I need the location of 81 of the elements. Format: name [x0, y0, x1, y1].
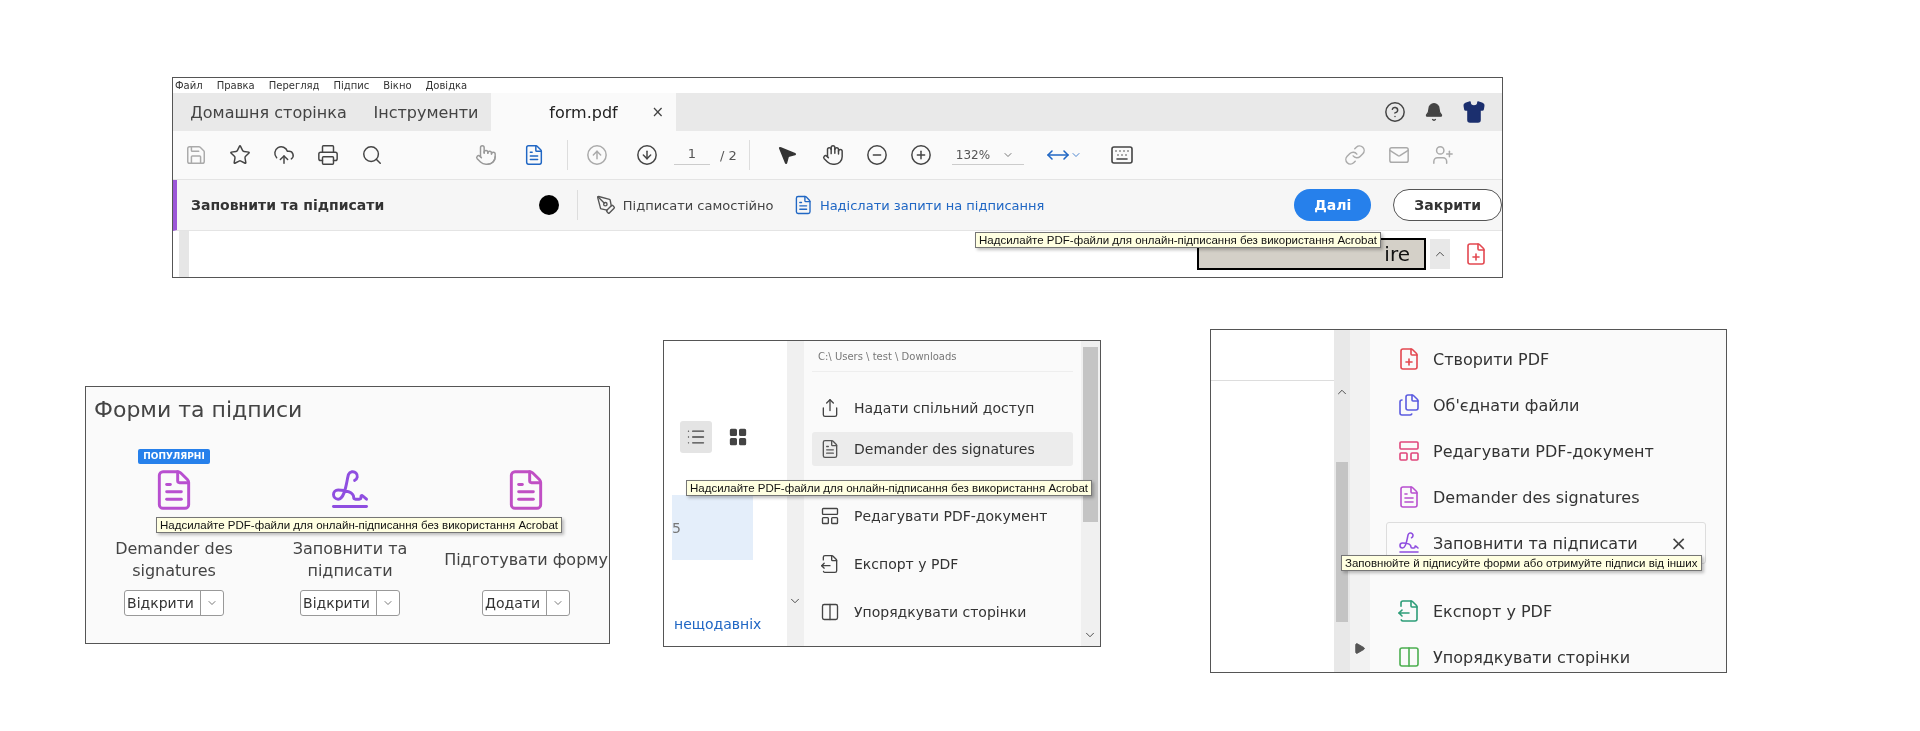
tab[interactable]: Домашня сторінка	[176, 93, 361, 131]
pen-signature-icon	[1397, 531, 1421, 555]
menu-item[interactable]: Експорт у PDF	[812, 540, 1073, 588]
tool-item[interactable]: Упорядкувати сторінки	[1386, 636, 1706, 672]
document-icon[interactable]	[523, 144, 545, 166]
layout-icon	[1397, 439, 1421, 463]
split-button[interactable]: Відкрити	[124, 590, 224, 616]
recent-link[interactable]: нещодавніх	[674, 616, 787, 632]
zoom-dropdown[interactable]: 132%	[951, 145, 1024, 165]
hand-icon[interactable]	[821, 144, 844, 166]
tooltip: Заповнюйте й підписуйте форми або отримуйте підписи від інших	[1341, 555, 1702, 571]
menu-item[interactable]: Підпис	[333, 79, 370, 92]
file-export-icon	[1397, 599, 1421, 623]
open-button[interactable]: Додати	[483, 591, 547, 615]
tool-item[interactable]: Експорт у PDF	[1386, 590, 1706, 632]
help-icon[interactable]	[1384, 101, 1406, 123]
columns-icon	[1397, 645, 1421, 669]
document-icon	[1397, 485, 1421, 509]
tab[interactable]: form.pdf ×	[491, 93, 676, 131]
next-button[interactable]: Далі	[1294, 189, 1372, 221]
tool-item[interactable]: Редагувати PDF-документ	[1386, 430, 1706, 472]
close-icon[interactable]: ×	[651, 103, 664, 121]
star-icon[interactable]	[229, 144, 251, 166]
tool-name: Підготувати форму	[443, 549, 609, 571]
menu-item[interactable]: Перегляд	[268, 79, 320, 92]
hand-pointer-icon[interactable]	[475, 144, 497, 166]
pen-icon[interactable]	[596, 194, 617, 216]
tooltip: Надсилайте PDF-файли для онлайн-підписання без використання Acrobat	[686, 480, 1092, 496]
files-icon	[1397, 393, 1421, 417]
panel-title: Форми та підписи	[94, 397, 304, 424]
tool-item[interactable]: Demander des signatures	[1386, 476, 1706, 518]
keyboard-icon[interactable]	[1109, 143, 1134, 167]
file-tile[interactable]: 5	[672, 495, 753, 560]
tool-item[interactable]: Створити PDF	[1386, 338, 1706, 380]
menu-item[interactable]: Файл	[175, 79, 203, 92]
open-button[interactable]: Відкрити	[125, 591, 201, 615]
menu-item[interactable]: Правка	[216, 79, 255, 92]
zoom-out-icon[interactable]	[865, 144, 888, 166]
menu-item[interactable]: Довідка	[425, 79, 468, 92]
request-signatures-link[interactable]: Надіслати запити на підписання	[819, 197, 1045, 213]
shirt-icon[interactable]	[1462, 100, 1486, 124]
tooltip: Надсилайте PDF-файли для онлайн-підписання без використання Acrobat	[975, 232, 1381, 248]
cloud-upload-icon[interactable]	[273, 144, 295, 166]
file-export-icon	[820, 554, 840, 574]
close-button[interactable]: Закрити	[1393, 189, 1502, 221]
arrow-down-icon[interactable]	[636, 144, 658, 166]
document-icon[interactable]	[793, 194, 814, 216]
sign-yourself-link[interactable]: Підписати самостійно	[622, 197, 774, 213]
list-view-button[interactable]	[680, 421, 712, 453]
open-button[interactable]: Відкрити	[301, 591, 377, 615]
split-button[interactable]: Додати	[482, 590, 570, 616]
tab[interactable]: Інструменти	[361, 93, 491, 131]
document-icon	[820, 439, 840, 459]
split-button[interactable]: Відкрити	[300, 590, 400, 616]
file-plus-icon[interactable]	[1464, 242, 1488, 266]
zoom-in-icon[interactable]	[909, 144, 932, 166]
printer-icon[interactable]	[317, 144, 339, 166]
panel-title: Заповнити та підписати	[191, 197, 386, 213]
menu-item[interactable]: Упорядкувати сторінки	[812, 588, 1073, 636]
ink-dot-icon[interactable]	[539, 195, 560, 215]
share-icon	[820, 398, 840, 418]
tool-item[interactable]: Об'єднати файли	[1386, 384, 1706, 426]
layout-icon	[820, 506, 840, 526]
columns-icon	[820, 602, 840, 622]
bell-icon[interactable]	[1424, 102, 1444, 122]
page-total: / 2	[720, 147, 737, 163]
close-button[interactable]: ×	[1664, 530, 1693, 556]
search-icon[interactable]	[361, 144, 383, 166]
file-plus-icon	[1397, 347, 1421, 371]
popular-badge: ПОПУЛЯРНІ	[138, 449, 210, 464]
grid-icon	[728, 427, 748, 447]
menu-item[interactable]: Вікно	[383, 79, 412, 92]
page-number-field[interactable]: 1	[674, 145, 710, 165]
file-path: C:\ Users \ test \ Downloads	[812, 341, 1073, 372]
tooltip: Надсилайте PDF-файли для онлайн-підписання без використання Acrobat	[156, 517, 562, 533]
tool-name: Заповнити та підписати	[291, 538, 409, 582]
menu-item[interactable]: Надати спільний доступ	[812, 384, 1073, 432]
menu-item[interactable]: Demander des signatures	[812, 432, 1073, 466]
tool-name: Demander des signatures	[114, 538, 234, 582]
file-label: 5	[672, 519, 681, 536]
play-icon[interactable]	[1353, 642, 1366, 655]
